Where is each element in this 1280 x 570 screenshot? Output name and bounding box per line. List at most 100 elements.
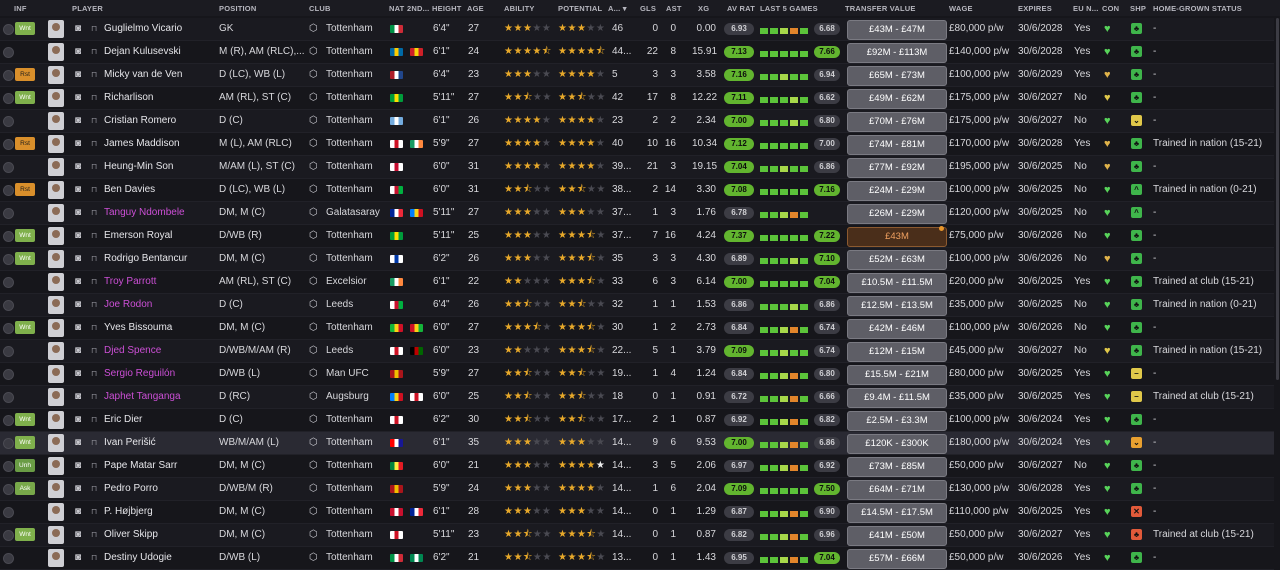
- player-name-link[interactable]: Dejan Kulusevski: [104, 41, 181, 63]
- transfer-value-button[interactable]: £9.4M - £11.5M: [847, 388, 947, 408]
- select-checkbox[interactable]: [3, 369, 14, 380]
- col-expires[interactable]: EXPIRES: [1018, 4, 1052, 13]
- transfer-value-button[interactable]: £2.5M - £3.3M: [847, 411, 947, 431]
- club-name-link[interactable]: Tottenham: [326, 179, 373, 201]
- transfer-value-button[interactable]: £92M - £113M: [847, 43, 947, 63]
- table-row[interactable]: ◙ ⊓ Djed Spence D/WB/M/AM (R) ⬡ Leeds 6'0" 23 ★★…: [0, 340, 1274, 363]
- club-name-link[interactable]: Tottenham: [326, 110, 373, 132]
- select-checkbox[interactable]: [3, 254, 14, 265]
- select-checkbox[interactable]: [3, 461, 14, 472]
- player-name-link[interactable]: Rodrigo Bentancur: [104, 248, 187, 270]
- player-name-link[interactable]: Joe Rodon: [104, 294, 152, 316]
- select-checkbox[interactable]: [3, 208, 14, 219]
- col-apps-sorted[interactable]: A... ▾: [608, 4, 627, 13]
- col-xg[interactable]: XG: [698, 4, 709, 13]
- club-name-link[interactable]: Tottenham: [326, 455, 373, 477]
- col-club[interactable]: CLUB: [309, 4, 331, 13]
- table-row[interactable]: Rst ◙ ⊓ Micky van de Ven D (LC), WB (L) ⬡ Tott…: [0, 64, 1274, 87]
- select-checkbox[interactable]: [3, 553, 14, 564]
- player-name-link[interactable]: P. Højbjerg: [104, 501, 153, 523]
- select-checkbox[interactable]: [3, 139, 14, 150]
- transfer-value-button[interactable]: £74M - £81M: [847, 135, 947, 155]
- table-row[interactable]: ◙ ⊓ Cristian Romero D (C) ⬡ Tottenham 6'1" 26 ★★…: [0, 110, 1274, 133]
- col-position[interactable]: POSITION: [219, 4, 256, 13]
- transfer-value-button[interactable]: £64M - £71M: [847, 480, 947, 500]
- col-ability[interactable]: ABILITY: [504, 4, 535, 13]
- select-checkbox[interactable]: [3, 300, 14, 311]
- player-name-link[interactable]: Guglielmo Vicario: [104, 18, 182, 40]
- club-name-link[interactable]: Tottenham: [326, 41, 373, 63]
- table-row[interactable]: Unh ◙ ⊓ Pape Matar Sarr DM, M (C) ⬡ Tottenham 6…: [0, 455, 1274, 478]
- club-name-link[interactable]: Leeds: [326, 294, 353, 316]
- select-checkbox[interactable]: [3, 530, 14, 541]
- player-name-link[interactable]: Yves Bissouma: [104, 317, 172, 339]
- select-checkbox[interactable]: [3, 93, 14, 104]
- transfer-value-button[interactable]: £14.5M - £17.5M: [847, 503, 947, 523]
- col-player[interactable]: PLAYER: [72, 4, 103, 13]
- transfer-value-button[interactable]: £12.5M - £13.5M: [847, 296, 947, 316]
- club-name-link[interactable]: Tottenham: [326, 87, 373, 109]
- table-row[interactable]: ◙ ⊓ Sergio Reguilón D/WB (L) ⬡ Man UFC 5'9" 27 ★…: [0, 363, 1274, 386]
- transfer-value-button[interactable]: £42M - £46M: [847, 319, 947, 339]
- vertical-scrollbar[interactable]: [1276, 18, 1279, 380]
- select-checkbox[interactable]: [3, 415, 14, 426]
- table-row[interactable]: Wnt ◙ ⊓ Oliver Skipp DM, M (C) ⬡ Tottenham 5'11…: [0, 524, 1274, 547]
- table-row[interactable]: Wnt ◙ ⊓ Eric Dier D (C) ⬡ Tottenham 6'2" 30 ★★⯪★★…: [0, 409, 1274, 432]
- transfer-value-button[interactable]: £24M - £29M: [847, 181, 947, 201]
- transfer-value-button[interactable]: £10.5M - £11.5M: [847, 273, 947, 293]
- table-row[interactable]: Rst ◙ ⊓ James Maddison M (L), AM (RLC) ⬡ Totte…: [0, 133, 1274, 156]
- transfer-value-button[interactable]: £65M - £73M: [847, 66, 947, 86]
- player-name-link[interactable]: Micky van de Ven: [104, 64, 182, 86]
- col-eu[interactable]: EU N...: [1073, 4, 1099, 13]
- transfer-value-button[interactable]: £73M - £85M: [847, 457, 947, 477]
- club-name-link[interactable]: Augsburg: [326, 386, 369, 408]
- table-row[interactable]: Wnt ◙ ⊓ Yves Bissouma DM, M (C) ⬡ Tottenham 6'0…: [0, 317, 1274, 340]
- player-name-link[interactable]: Richarlison: [104, 87, 153, 109]
- table-row[interactable]: ◙ ⊓ Troy Parrott AM (RL), ST (C) ⬡ Excelsior 6…: [0, 271, 1274, 294]
- select-checkbox[interactable]: [3, 438, 14, 449]
- col-last-five[interactable]: LAST 5 GAMES: [760, 4, 818, 13]
- select-checkbox[interactable]: [3, 484, 14, 495]
- select-checkbox[interactable]: [3, 392, 14, 403]
- select-checkbox[interactable]: [3, 507, 14, 518]
- player-name-link[interactable]: Ben Davies: [104, 179, 155, 201]
- col-age[interactable]: AGE: [467, 4, 484, 13]
- transfer-value-button[interactable]: £120K - £300K: [847, 434, 947, 454]
- player-name-link[interactable]: Cristian Romero: [104, 110, 176, 132]
- player-name-link[interactable]: Troy Parrott: [104, 271, 156, 293]
- table-row[interactable]: ◙ ⊓ Joe Rodon D (C) ⬡ Leeds 6'4" 26 ★★⯪★★ ★★⯪★★ 32…: [0, 294, 1274, 317]
- player-name-link[interactable]: Tanguy Ndombele: [104, 202, 185, 224]
- table-row[interactable]: Ask ◙ ⊓ Pedro Porro D/WB/M (R) ⬡ Tottenham 5'9"…: [0, 478, 1274, 501]
- club-name-link[interactable]: Leeds: [326, 340, 353, 362]
- col-transfer-value[interactable]: TRANSFER VALUE: [845, 4, 916, 13]
- club-name-link[interactable]: Tottenham: [326, 18, 373, 40]
- transfer-value-button[interactable]: £43M - £47M: [847, 20, 947, 40]
- player-name-link[interactable]: Sergio Reguilón: [104, 363, 175, 385]
- player-name-link[interactable]: Oliver Skipp: [104, 524, 158, 546]
- player-name-link[interactable]: Heung-Min Son: [104, 156, 173, 178]
- col-con[interactable]: CON: [1102, 4, 1119, 13]
- transfer-value-button[interactable]: £12M - £15M: [847, 342, 947, 362]
- select-checkbox[interactable]: [3, 24, 14, 35]
- select-checkbox[interactable]: [3, 231, 14, 242]
- select-checkbox[interactable]: [3, 162, 14, 173]
- col-second-nat[interactable]: 2ND...: [407, 4, 429, 13]
- table-row[interactable]: Wnt ◙ ⊓ Rodrigo Bentancur DM, M (C) ⬡ Tottenha…: [0, 248, 1274, 271]
- table-row[interactable]: Wnt ◙ ⊓ Ivan Perišić WB/M/AM (L) ⬡ Tottenham 6'…: [0, 432, 1274, 455]
- table-row[interactable]: ◙ ⊓ Japhet Tanganga D (RC) ⬡ Augsburg 6'0" 25 ★★…: [0, 386, 1274, 409]
- transfer-value-button[interactable]: £15.5M - £21M: [847, 365, 947, 385]
- player-name-link[interactable]: Emerson Royal: [104, 225, 172, 247]
- player-name-link[interactable]: Destiny Udogie: [104, 547, 172, 569]
- table-row[interactable]: ◙ ⊓ Dejan Kulusevski M (R), AM (RLC),... ⬡ To…: [0, 41, 1274, 64]
- table-row[interactable]: Wnt ◙ ⊓ Richarlison AM (RL), ST (C) ⬡ Tottenha…: [0, 87, 1274, 110]
- transfer-value-button[interactable]: £57M - £66M: [847, 549, 947, 569]
- select-checkbox[interactable]: [3, 116, 14, 127]
- table-row[interactable]: Rst ◙ ⊓ Ben Davies D (LC), WB (L) ⬡ Tottenham 6…: [0, 179, 1274, 202]
- club-name-link[interactable]: Tottenham: [326, 478, 373, 500]
- club-name-link[interactable]: Tottenham: [326, 547, 373, 569]
- select-checkbox[interactable]: [3, 47, 14, 58]
- table-row[interactable]: Wnt ◙ ⊓ Emerson Royal D/WB (R) ⬡ Tottenham 5'11…: [0, 225, 1274, 248]
- player-name-link[interactable]: Japhet Tanganga: [104, 386, 181, 408]
- club-name-link[interactable]: Excelsior: [326, 271, 367, 293]
- player-name-link[interactable]: Djed Spence: [104, 340, 161, 362]
